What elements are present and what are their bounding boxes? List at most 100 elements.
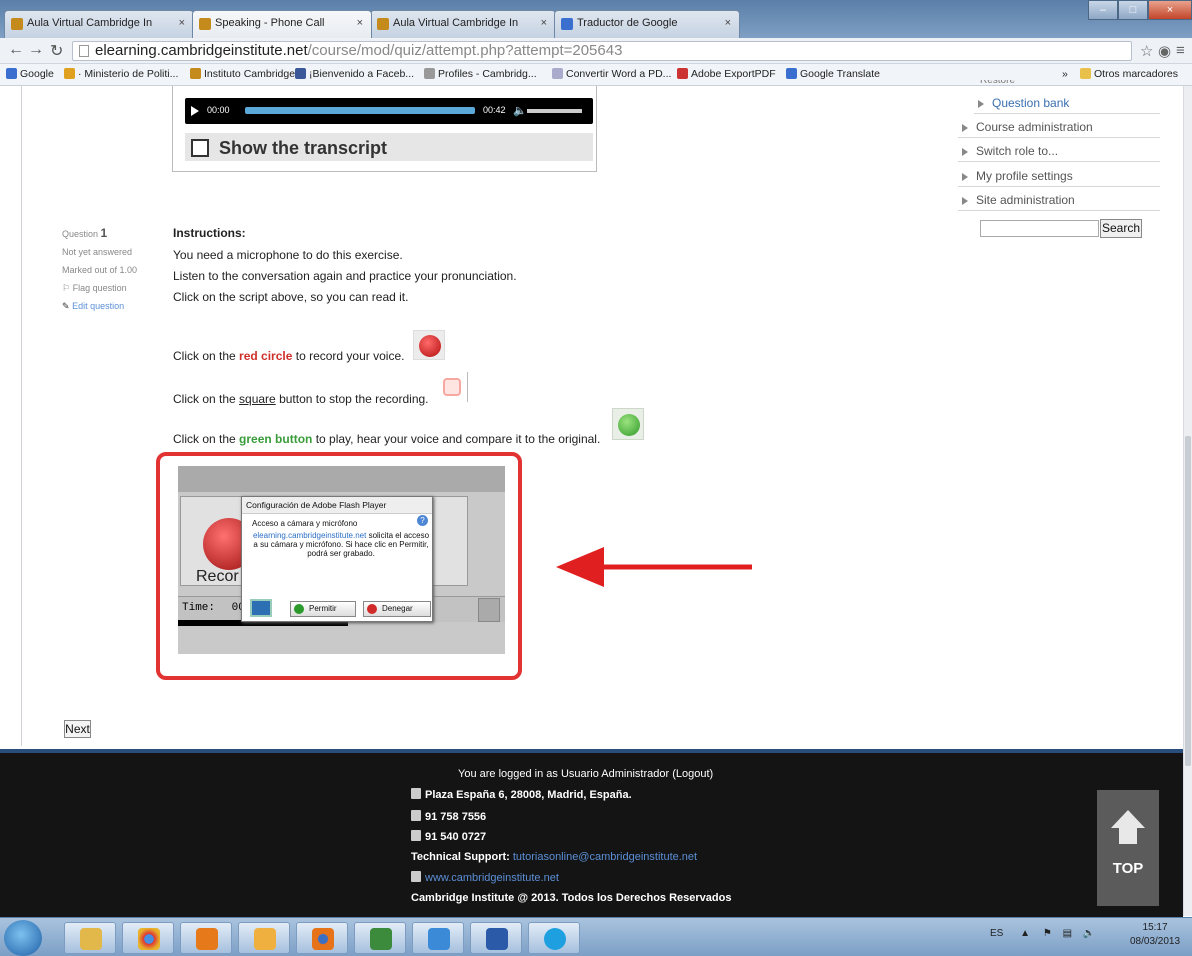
flag-tray-icon[interactable]: ⚑ [1043,928,1052,939]
minimize-icon[interactable]: – [1088,0,1118,20]
record-button[interactable] [413,330,445,360]
flag-question-link[interactable]: ⚐ Flag question [62,279,137,297]
stop-instruction: Click on the square button to stop the r… [173,392,429,406]
bookmark-item[interactable]: Adobe ExportPDF [677,68,776,80]
network-icon[interactable]: ▤ [1063,928,1072,939]
word-icon [486,928,508,950]
bookmark-favicon-icon [190,68,201,79]
bookmark-item[interactable]: ¡Bienvenido a Faceb... [295,68,414,80]
maximize-icon[interactable]: □ [1118,0,1148,20]
home-icon [411,788,421,799]
browser-tab-strip: Aula Virtual Cambridge In × Speaking - Ph… [0,0,1192,38]
bookmark-item[interactable]: Convertir Word a PD... [552,68,671,80]
windows-taskbar: ES ▲ ⚑ ▤ 🔈 15:17 08/03/2013 [0,917,1192,956]
browser-tab[interactable]: Aula Virtual Cambridge In × [4,10,194,38]
fax-icon [411,830,421,841]
address-bar[interactable]: elearning.cambridgeinstitute.net/course/… [72,41,1132,61]
taskbar-app[interactable] [238,922,290,954]
support-email-link[interactable]: tutoriasonline@cambridgeinstitute.net [513,851,697,863]
window-controls: – □ × [1088,0,1192,22]
back-arrow-icon[interactable]: ← [8,41,24,59]
sidebar-item-profile-settings[interactable]: My profile settings [958,167,1160,187]
close-tab-icon[interactable]: × [541,17,547,29]
record-instruction: Click on the red circle to record your v… [173,349,405,363]
audio-player[interactable]: 00:00 00:42 🔈 [185,98,593,124]
start-button[interactable] [4,920,42,956]
website-link[interactable]: www.cambridgeinstitute.net [425,872,559,884]
page-footer: You are logged in as Usuario Administrad… [0,753,1183,917]
sidebar-item-course-administration[interactable]: Course administration [958,118,1160,138]
bookmark-item[interactable]: Profiles - Cambridg... [424,68,537,80]
sidebar-search-button[interactable]: Search [1100,219,1142,238]
sidebar-search-input[interactable] [980,220,1099,237]
play-recording-button[interactable] [612,408,644,440]
copyright: Cambridge Institute @ 2013. Todos los De… [411,892,732,904]
speaker-icon[interactable]: 🔈 [1083,928,1095,939]
skype-icon [544,928,566,950]
bookmark-item[interactable]: · Ministerio de Politi... [64,68,178,80]
reload-icon[interactable]: ↻ [50,41,63,61]
show-transcript-button[interactable]: Show the transcript [185,133,593,161]
volume-slider[interactable] [527,109,582,113]
question-info: Question 1 Not yet answered Marked out o… [62,224,137,315]
bookmark-item[interactable]: Google Translate [786,68,880,80]
taskbar-excel[interactable] [354,922,406,954]
app-icon [254,928,276,950]
scrollbar[interactable] [1183,86,1192,916]
taskbar-firefox[interactable] [296,922,348,954]
language-indicator[interactable]: ES [990,928,1003,939]
browser-tab[interactable]: Aula Virtual Cambridge In × [370,10,556,38]
document-icon [191,139,209,157]
extension-icon[interactable]: ◉ [1158,42,1171,60]
play-icon[interactable] [191,106,199,116]
scrollbar-thumb[interactable] [1185,436,1191,766]
bookmark-item[interactable]: Instituto Cambridge [190,68,295,80]
folder-icon [80,928,102,950]
site-favicon-icon [199,18,211,30]
clock[interactable]: 15:17 08/03/2013 [1130,921,1180,949]
other-bookmarks[interactable]: Otros marcadores [1080,68,1178,80]
instruction-line: You need a microphone to do this exercis… [173,248,403,262]
firefox-icon [312,928,334,950]
close-window-icon[interactable]: × [1148,0,1192,20]
close-tab-icon[interactable]: × [179,17,185,29]
taskbar-app[interactable] [180,922,232,954]
browser-tab-active[interactable]: Speaking - Phone Call × [192,10,372,38]
player-progress-bar[interactable] [245,107,475,114]
excel-icon [370,928,392,950]
forward-arrow-icon[interactable]: → [28,41,44,59]
green-play-icon [618,414,640,436]
stop-button[interactable] [440,372,468,402]
close-tab-icon[interactable]: × [725,17,731,29]
taskbar-explorer[interactable] [64,922,116,954]
instruction-line: Click on the script above, so you can re… [173,290,409,304]
menu-icon[interactable]: ≡ [1176,42,1185,59]
folder-icon [1080,68,1091,79]
instructions-heading: Instructions: [173,226,246,240]
taskbar-chrome[interactable] [122,922,174,954]
edit-question-link[interactable]: ✎ Edit question [62,297,137,315]
media-app-icon [196,928,218,950]
taskbar-word[interactable] [470,922,522,954]
sidebar-item-site-administration[interactable]: Site administration [958,191,1160,211]
back-to-top-button[interactable]: TOP [1097,790,1159,906]
sidebar-item-question-bank[interactable]: Question bank [974,94,1160,114]
facebook-icon [295,68,306,79]
bookmarks-overflow-icon[interactable]: » [1062,68,1068,80]
logged-in-text: You are logged in as Usuario Administrad… [458,768,714,780]
next-button[interactable]: Next [64,720,91,738]
tray-arrow-icon[interactable]: ▲ [1020,928,1030,939]
sidebar-item-switch-role[interactable]: Switch role to... [958,142,1160,162]
browser-tab[interactable]: Traductor de Google × [554,10,740,38]
taskbar-ie[interactable] [412,922,464,954]
sidebar-item-restore[interactable]: Restore [980,80,1015,88]
close-tab-icon[interactable]: × [357,17,363,29]
taskbar-skype[interactable] [528,922,580,954]
volume-icon[interactable]: 🔈 [513,104,527,117]
bookmark-item[interactable]: Google [6,68,54,80]
chrome-icon [138,928,160,950]
bookmark-star-icon[interactable]: ☆ [1140,42,1153,60]
internet-explorer-icon [428,928,450,950]
question-status: Not yet answered [62,247,133,257]
play-instruction: Click on the green button to play, hear … [173,432,601,446]
